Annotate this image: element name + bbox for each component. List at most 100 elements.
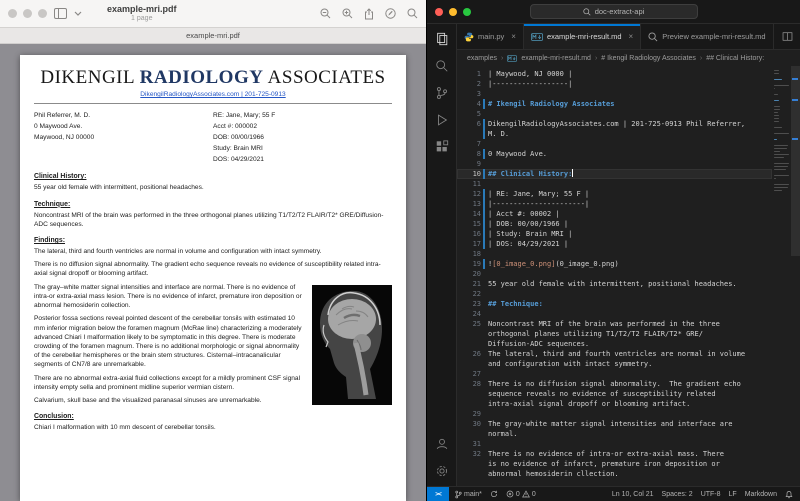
editor-line[interactable]: intra-axial signal dropoff or blooming a…: [457, 399, 772, 409]
eol-sequence[interactable]: LF: [729, 491, 737, 498]
search-icon[interactable]: [407, 8, 418, 19]
source-control-icon[interactable]: [435, 86, 449, 100]
editor-line[interactable]: 15| DOB: 00/00/1966 |: [457, 219, 772, 229]
minimize-window-button[interactable]: [23, 9, 32, 18]
run-debug-icon[interactable]: [435, 113, 449, 127]
tab-preview-example-mri-result-md[interactable]: Preview example-mri-result.md: [641, 24, 773, 49]
editor-line[interactable]: 7: [457, 139, 772, 149]
editor-line[interactable]: 19![0_image_0.png](0_image_0.png): [457, 259, 772, 269]
editor-line[interactable]: 22: [457, 289, 772, 299]
close-tab-icon[interactable]: ×: [629, 32, 634, 41]
settings-gear-icon[interactable]: [435, 464, 449, 478]
close-window-button[interactable]: [435, 8, 443, 16]
editor-line[interactable]: 25Noncontrast MRI of the brain was perfo…: [457, 319, 772, 329]
line-text: [488, 409, 772, 419]
breadcrumb-file[interactable]: example-mri-result.md: [521, 55, 591, 62]
breadcrumb-folder[interactable]: examples: [467, 55, 497, 62]
pdf-viewport[interactable]: DIKENGIL RADIOLOGY ASSOCIATES DikengilRa…: [0, 44, 426, 501]
editor-line[interactable]: 13|----------------------|: [457, 199, 772, 209]
command-center[interactable]: doc-extract-api: [530, 4, 698, 19]
language-mode[interactable]: Markdown: [745, 491, 777, 498]
editor-line[interactable]: orthogonal planes utilizing T1/T2/T2 FLA…: [457, 329, 772, 339]
editor-line[interactable]: and configuration with intact symmetry.: [457, 359, 772, 369]
editor-line[interactable]: 11: [457, 179, 772, 189]
zoom-window-button[interactable]: [463, 8, 471, 16]
overview-ruler[interactable]: [791, 66, 800, 486]
contact-link[interactable]: DikengilRadiologyAssociates.com | 201-72…: [34, 91, 392, 98]
editor-line[interactable]: 27: [457, 369, 772, 379]
editor-line[interactable]: 28There is no diffusion signal abnormali…: [457, 379, 772, 389]
window-title-block: example-mri.pdf 1 page: [107, 4, 177, 22]
problems-status[interactable]: 0 0: [506, 490, 536, 498]
editor-line[interactable]: 9: [457, 159, 772, 169]
line-text: [488, 369, 772, 379]
chevron-down-icon[interactable]: [74, 11, 82, 16]
editor-line[interactable]: 10## Clinical History:: [457, 169, 772, 179]
zoom-in-icon[interactable]: [342, 8, 353, 19]
share-icon[interactable]: [364, 8, 374, 20]
line-text: ![0_image_0.png](0_image_0.png): [488, 259, 772, 269]
branch-status[interactable]: main*: [455, 490, 482, 499]
line-text: [488, 159, 772, 169]
minimize-window-button[interactable]: [449, 8, 457, 16]
editor-line[interactable]: Diffusion-ADC sequences.: [457, 339, 772, 349]
preview-tab-label[interactable]: example-mri.pdf: [186, 31, 240, 40]
editor-line[interactable]: is no evidence of infarct, premature iro…: [457, 459, 772, 469]
minimap-content[interactable]: [772, 66, 791, 486]
sync-status[interactable]: [490, 490, 498, 498]
editor-line[interactable]: 20: [457, 269, 772, 279]
editor-line[interactable]: 12| RE: Jane, Mary; 55 F |: [457, 189, 772, 199]
editor-line[interactable]: 18: [457, 249, 772, 259]
breadcrumb-symbol-h1[interactable]: # Ikengil Radiology Associates: [601, 55, 696, 62]
editor-line[interactable]: 30The gray-white matter signal intensiti…: [457, 419, 772, 429]
editor-line[interactable]: sequence reveals no evidence of suscepti…: [457, 389, 772, 399]
cursor-position[interactable]: Ln 10, Col 21: [612, 491, 654, 498]
git-gutter-indicator: [481, 119, 488, 129]
explorer-icon[interactable]: [435, 32, 449, 46]
patient-block: RE: Jane, Mary; 55 F Acct #: 000002 DOB:…: [213, 111, 392, 165]
line-number: 6: [457, 119, 481, 129]
search-icon[interactable]: [435, 59, 449, 73]
editor-line[interactable]: 6DikengilRadiologyAssociates.com | 201-7…: [457, 119, 772, 129]
editor-line[interactable]: 2|------------------|: [457, 79, 772, 89]
account-icon[interactable]: [435, 437, 449, 451]
editor-line[interactable]: 31: [457, 439, 772, 449]
zoom-window-button[interactable]: [38, 9, 47, 18]
sidebar-toggle-icon[interactable]: [54, 8, 67, 19]
editor-line[interactable]: 80 Maywood Ave.: [457, 149, 772, 159]
tab-main-py[interactable]: main.py ×: [457, 24, 524, 49]
editor-line[interactable]: 4# Ikengil Radiology Associates: [457, 99, 772, 109]
report-letterhead: DIKENGIL RADIOLOGY ASSOCIATES: [34, 67, 392, 89]
editor-line[interactable]: 29: [457, 409, 772, 419]
editor-line[interactable]: 16| Study: Brain MRI |: [457, 229, 772, 239]
editor-line[interactable]: 3: [457, 89, 772, 99]
tab-example-mri-result-md[interactable]: example-mri-result.md ×: [524, 24, 641, 49]
editor-code[interactable]: 1| Maywood, NJ 0000 |2|-----------------…: [457, 66, 772, 486]
window-title: example-mri.pdf: [107, 4, 177, 14]
encoding[interactable]: UTF-8: [701, 491, 721, 498]
editor-line[interactable]: 26The lateral, third and fourth ventricl…: [457, 349, 772, 359]
editor-line[interactable]: M. D.: [457, 129, 772, 139]
scrollbar-thumb[interactable]: [791, 66, 800, 256]
close-tab-icon[interactable]: ×: [511, 32, 516, 41]
editor-line[interactable]: 1| Maywood, NJ 0000 |: [457, 69, 772, 79]
breadcrumb-symbol-h2[interactable]: ## Clinical History:: [706, 55, 764, 62]
notifications-bell-icon[interactable]: [785, 490, 793, 499]
indentation[interactable]: Spaces: 2: [662, 491, 693, 498]
editor-line[interactable]: 2155 year old female with intermittent, …: [457, 279, 772, 289]
editor-line[interactable]: abnormal hemosiderin cllection.: [457, 469, 772, 479]
editor-line[interactable]: normal.: [457, 429, 772, 439]
editor-line[interactable]: 14| Acct #: 00002 |: [457, 209, 772, 219]
editor-line[interactable]: 5: [457, 109, 772, 119]
zoom-out-icon[interactable]: [320, 8, 331, 19]
git-gutter-indicator: [481, 289, 488, 299]
extensions-icon[interactable]: [435, 140, 449, 154]
editor-line[interactable]: 23## Technique:: [457, 299, 772, 309]
markup-icon[interactable]: [385, 8, 396, 19]
split-editor-icon[interactable]: [782, 31, 793, 42]
editor-line[interactable]: 32There is no evidence of intra-or extra…: [457, 449, 772, 459]
editor-line[interactable]: 17| DOS: 04/29/2021 |: [457, 239, 772, 249]
editor-line[interactable]: 24: [457, 309, 772, 319]
close-window-button[interactable]: [8, 9, 17, 18]
remote-indicator[interactable]: ><: [427, 487, 449, 501]
